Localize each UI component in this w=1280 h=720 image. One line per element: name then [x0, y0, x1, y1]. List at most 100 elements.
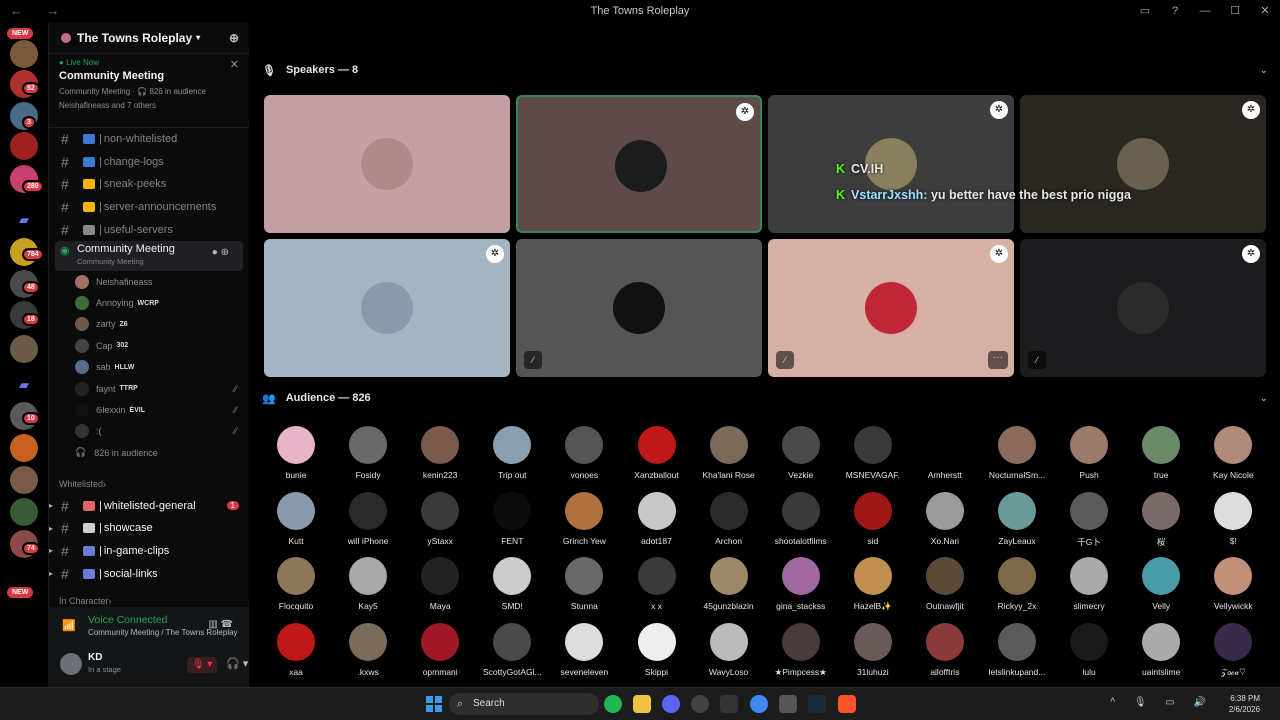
audience-member[interactable]: FENT	[476, 491, 548, 546]
channel-item[interactable]: ▸ # | social-links	[49, 562, 249, 585]
brave-icon[interactable]	[838, 695, 856, 713]
speaker-tile[interactable]: ✲	[516, 95, 762, 233]
folder-icon[interactable]: ▰	[10, 206, 38, 234]
windows-start-icon[interactable]	[426, 696, 442, 712]
audience-member[interactable]: letslinkupand...	[981, 622, 1053, 677]
server-header[interactable]: The Towns Roleplay ▾ ⊕	[49, 22, 249, 54]
audience-member[interactable]: Vellywickk	[1197, 557, 1269, 611]
audience-member[interactable]: 𝒵𝑜𝒸𝒶♡	[1197, 622, 1269, 678]
audience-member[interactable]: NocturnalSm...	[981, 426, 1053, 480]
audience-member[interactable]: xaa	[260, 622, 332, 677]
audience-member[interactable]: yStaxx	[404, 491, 476, 546]
window-controls[interactable]: ▭? — ☐ ✕	[1130, 0, 1280, 22]
audience-member[interactable]: Push	[1053, 426, 1125, 480]
audience-member[interactable]: ScottyGotAGl...	[476, 622, 548, 677]
audience-member[interactable]: $!	[1197, 491, 1269, 546]
audience-member[interactable]: will iPhone	[332, 491, 404, 546]
audience-member[interactable]: WavyLoso	[693, 622, 765, 677]
mic-muted-icon[interactable]: ⁄	[776, 351, 794, 369]
system-tray[interactable]: ^ 🎙 ▭ 🔊	[1110, 697, 1214, 708]
server-icon[interactable]	[10, 434, 38, 462]
audience-member[interactable]: opmmani	[404, 622, 476, 677]
speaker-tile[interactable]: ✲ ⁄	[1020, 239, 1266, 377]
channel-item[interactable]: # | change-logs	[49, 151, 249, 174]
mic-muted-icon[interactable]: ⁄	[1028, 351, 1046, 369]
audience-member[interactable]: vonoes	[548, 426, 620, 480]
channel-item[interactable]: # | useful-servers	[49, 218, 249, 241]
window-control-4[interactable]: ✕	[1250, 0, 1280, 22]
audience-member[interactable]: Kha'lani Rose	[693, 426, 765, 480]
audience-member[interactable]: Kay5	[332, 557, 404, 611]
audience-member[interactable]: shootalotfilms	[765, 491, 837, 546]
stage-member[interactable]: :(⁄⁄	[49, 421, 249, 442]
speaker-tile[interactable]: ✲	[264, 239, 510, 377]
audience-member[interactable]: lulu	[1053, 622, 1125, 677]
live-stage-card[interactable]: ● Live Now Community Meeting Community M…	[49, 54, 249, 128]
audience-member[interactable]: Kay Nicole	[1197, 426, 1269, 480]
audience-count[interactable]: 🎧 826 in audience	[49, 442, 249, 463]
audience-member[interactable]: 31luhuzi	[837, 622, 909, 677]
audience-member[interactable]: Vezkie	[765, 426, 837, 480]
audience-member[interactable]: Rickyy_2x	[981, 557, 1053, 611]
speaker-tile[interactable]: ⁄	[516, 239, 762, 377]
chevron-down-icon[interactable]: ⌄	[1260, 65, 1268, 76]
audience-member[interactable]: MSNEVAGAF.	[837, 426, 909, 480]
audience-member[interactable]: Xanzballout	[621, 426, 693, 480]
invite-icon[interactable]: ⊕	[229, 31, 239, 45]
mic-muted-icon[interactable]: ⁄	[524, 351, 542, 369]
stage-member[interactable]: Neishafineass	[49, 271, 249, 292]
channel-item[interactable]: # | sneak-peeks	[49, 173, 249, 196]
server-icon[interactable]	[10, 466, 38, 494]
window-control-1[interactable]: ?	[1160, 0, 1190, 22]
audience-member[interactable]: Xo.Nari	[909, 491, 981, 546]
audience-member[interactable]: seveneleven	[548, 622, 620, 677]
audience-member[interactable]: .kxws	[332, 622, 404, 677]
stage-member[interactable]: faynt TTRP ⁄⁄	[49, 378, 249, 399]
channel-item[interactable]: ▸ # | whitelisted-general 1	[49, 494, 249, 517]
audience-member[interactable]: bunie	[260, 426, 332, 480]
audience-member[interactable]: Velly	[1125, 557, 1197, 611]
audience-member[interactable]: SMD!	[476, 557, 548, 611]
audience-member[interactable]: 千G卜	[1053, 491, 1125, 548]
audience-member[interactable]: kenin223	[404, 426, 476, 480]
audience-member[interactable]: slimecry	[1053, 557, 1125, 611]
server-icon[interactable]	[10, 40, 38, 68]
audience-member[interactable]: Trip out	[476, 426, 548, 480]
audience-member[interactable]: ZayLeaux	[981, 491, 1053, 546]
headphones-button[interactable]: 🎧 ▾	[226, 657, 248, 670]
audience-member[interactable]: ★Pimpcess★	[765, 622, 837, 678]
chrome-icon[interactable]	[750, 695, 768, 713]
audience-member[interactable]: true	[1125, 426, 1197, 480]
steam-icon[interactable]	[808, 695, 826, 713]
audience-member[interactable]: 桜	[1125, 491, 1197, 548]
taskbar-search[interactable]: ⌕ Search	[449, 693, 599, 715]
clock[interactable]: 6:38 PM 2/6/2026	[1229, 693, 1260, 715]
audience-member[interactable]: Stunna	[548, 557, 620, 611]
chevron-down-icon[interactable]: ⌄	[1260, 393, 1268, 404]
audience-member[interactable]: x x	[621, 557, 693, 611]
channel-item[interactable]: ▸ # | showcase	[49, 517, 249, 540]
server-icon[interactable]	[10, 498, 38, 526]
speaker-tile[interactable]: ✲ ⁄ ···	[768, 239, 1014, 377]
category-whitelisted[interactable]: Whitelisted ›	[49, 473, 249, 494]
mic-muted-button[interactable]: 🎙 ▾	[187, 657, 217, 673]
audience-member[interactable]: Archon	[693, 491, 765, 546]
disconnect-icon[interactable]: ▥ ☎	[208, 619, 233, 630]
audience-member[interactable]: Maya	[404, 557, 476, 611]
audience-member[interactable]: sid	[837, 491, 909, 546]
stage-member[interactable]: sab HLLW	[49, 357, 249, 378]
close-icon[interactable]: ✕	[230, 58, 239, 71]
app-icon[interactable]	[691, 695, 709, 713]
avatar[interactable]	[60, 653, 82, 675]
voice-channel-community-meeting[interactable]: ◉ Community Meeting Community Meeting ● …	[55, 240, 243, 271]
channel-item[interactable]: # | non-whitelisted	[49, 128, 249, 151]
folder-icon[interactable]: ▰	[10, 371, 38, 399]
audience-member[interactable]: gina_stackss	[765, 557, 837, 611]
audience-member[interactable]: Skippi	[621, 622, 693, 677]
app-icon[interactable]	[779, 695, 797, 713]
folder-icon[interactable]	[633, 695, 651, 713]
stage-member[interactable]: zarty Z6	[49, 314, 249, 335]
window-control-3[interactable]: ☐	[1220, 0, 1250, 22]
stage-member[interactable]: Cap 302	[49, 335, 249, 356]
window-control-0[interactable]: ▭	[1130, 0, 1160, 22]
